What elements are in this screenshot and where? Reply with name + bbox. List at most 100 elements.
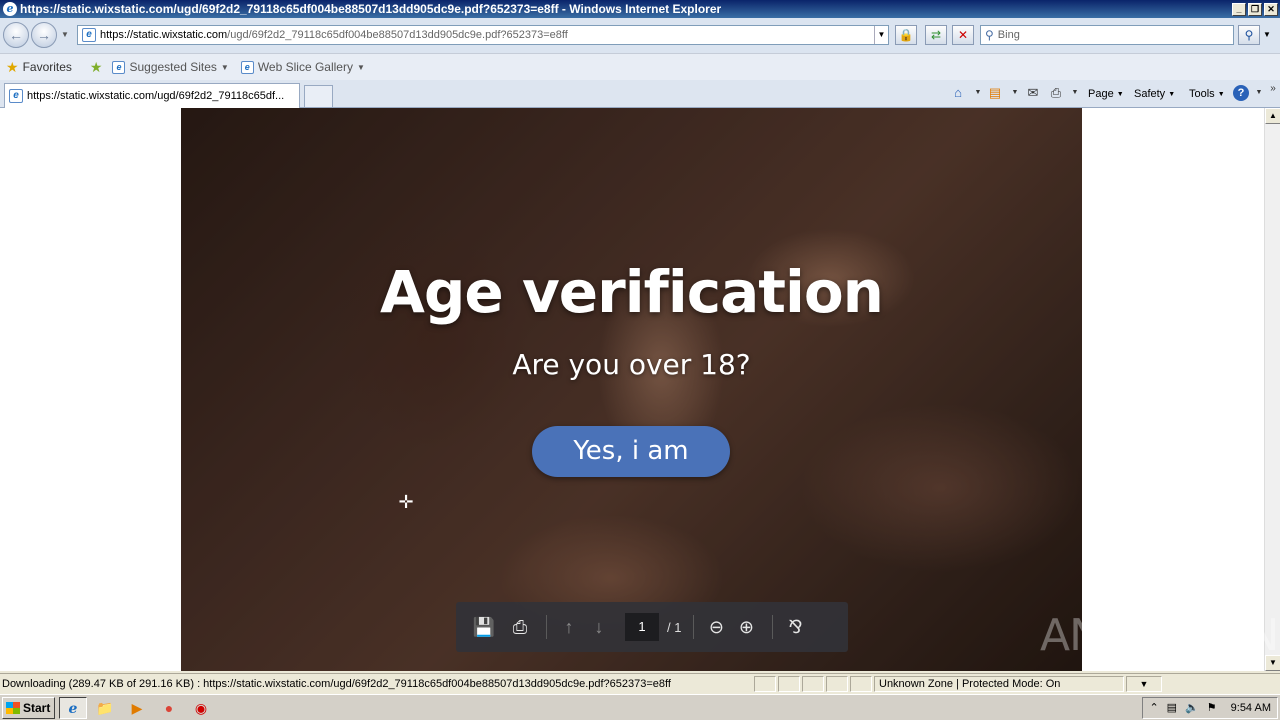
safety-menu-label: Safety [1134, 88, 1166, 100]
refresh-icon[interactable]: ⇄ [925, 25, 947, 45]
add-favorite-icon: ★ [89, 58, 103, 75]
search-input[interactable]: ⚲ Bing [980, 25, 1234, 45]
ie-taskbar-icon[interactable]: e [59, 696, 87, 719]
chevron-down-icon: ▼ [1217, 90, 1225, 98]
chevron-down-icon[interactable]: ▼ [1007, 85, 1023, 101]
scroll-up-icon[interactable]: ▲ [1265, 108, 1280, 124]
mail-icon[interactable]: ✉ [1025, 85, 1041, 101]
tab-label: https://static.wixstatic.com/ugd/69f2d2_… [27, 90, 285, 102]
age-question: Are you over 18? [512, 348, 751, 381]
maximize-button[interactable]: ❐ [1248, 2, 1262, 16]
minimize-button[interactable]: _ [1232, 2, 1246, 16]
print-icon[interactable]: ⎙ [1048, 85, 1064, 101]
address-field[interactable]: e https://static.wixstatic.com /ugd/69f2… [77, 25, 889, 45]
status-panel [802, 675, 824, 692]
page-total: / 1 [667, 619, 682, 635]
opera-icon[interactable]: ◉ [187, 697, 215, 719]
status-bar: Downloading (289.47 KB of 291.16 KB) : h… [0, 673, 1280, 693]
chevron-down-icon: ▼ [356, 62, 365, 72]
title-bar: e https://static.wixstatic.com/ugd/69f2d… [0, 0, 1280, 18]
lock-icon[interactable]: 🔒 [895, 25, 917, 45]
page-heading: Age verification [380, 258, 884, 326]
next-page-icon[interactable]: ↓ [585, 613, 613, 641]
search-placeholder: Bing [997, 29, 1020, 41]
safety-menu[interactable]: Safety ▼ [1134, 86, 1175, 102]
stop-icon[interactable]: ✕ [952, 25, 974, 45]
volume-icon[interactable]: 🔈 [1185, 701, 1199, 714]
address-dropdown-icon[interactable]: ▼ [874, 26, 888, 44]
status-panel [826, 675, 848, 692]
url-rest: /ugd/69f2d2_79118c65df004be88507d13dd905… [227, 29, 568, 41]
ie-page-icon: e [112, 60, 126, 74]
tab-row: e https://static.wixstatic.com/ugd/69f2d… [0, 80, 1280, 108]
flag-icon[interactable]: ⚑ [1207, 701, 1217, 714]
forward-button[interactable]: → [31, 22, 57, 48]
ie-page-icon: e [9, 89, 23, 103]
start-button[interactable]: Start [2, 696, 55, 719]
security-zone[interactable]: Unknown Zone | Protected Mode: On [874, 675, 1124, 692]
status-message: Downloading (289.47 KB of 291.16 KB) : h… [2, 677, 671, 690]
chevron-down-icon[interactable]: ▼ [970, 85, 986, 101]
yes-button[interactable]: Yes, i am [532, 426, 730, 477]
zoom-level-icon[interactable]: ▼ [1126, 675, 1162, 692]
favorites-label: Favorites [22, 60, 72, 74]
ie-page-icon: e [240, 60, 254, 74]
page-number-input[interactable]: 1 [625, 613, 659, 641]
tray-expand-icon[interactable]: ⌃ [1149, 701, 1158, 714]
search-icon[interactable]: ⚲ [1238, 25, 1260, 45]
cursor-move-icon: ✛ [398, 492, 414, 512]
toolbar-divider [693, 615, 695, 639]
page-menu[interactable]: Page ▼ [1088, 86, 1124, 102]
status-panel [754, 675, 776, 692]
favorites-button[interactable]: ★ Favorites [6, 59, 72, 76]
new-tab-button[interactable] [304, 85, 333, 107]
close-button[interactable]: ✕ [1264, 2, 1278, 16]
print-icon[interactable]: ⎙ [506, 613, 534, 641]
start-label: Start [23, 700, 51, 715]
web-slice-gallery-link[interactable]: e Web Slice Gallery ▼ [240, 60, 365, 74]
tab-active[interactable]: e https://static.wixstatic.com/ugd/69f2d… [4, 83, 300, 108]
clock[interactable]: 9:54 AM [1231, 702, 1271, 714]
system-tray: ⌃ ▤ 🔈 ⚑ 9:54 AM [1142, 696, 1278, 719]
tools-menu[interactable]: Tools ▼ [1189, 86, 1225, 102]
status-panel [850, 675, 872, 692]
history-dropdown-icon[interactable]: ▼ [61, 30, 69, 39]
zoom-in-icon[interactable]: ⊕ [732, 613, 760, 641]
chevron-down-icon: ▼ [1168, 90, 1176, 98]
more-chevron-icon[interactable]: » [1265, 81, 1280, 97]
back-button[interactable]: ← [3, 22, 29, 48]
feeds-icon[interactable]: ▤ [987, 85, 1003, 101]
zoom-out-icon[interactable]: ⊖ [702, 613, 730, 641]
url-base: https://static.wixstatic.com [100, 29, 228, 41]
acrobat-icon[interactable]: ⅋ [781, 613, 809, 641]
window-title: https://static.wixstatic.com/ugd/69f2d2_… [20, 2, 722, 16]
suggested-sites-link[interactable]: e Suggested Sites ▼ [112, 60, 229, 74]
address-toolbar: ← → ▼ e https://static.wixstatic.com /ug… [0, 18, 1280, 54]
pdf-page: Age verification Are you over 18? Yes, i… [181, 108, 1082, 671]
toolbar-divider [546, 615, 547, 639]
status-panel [778, 675, 800, 692]
media-player-icon[interactable]: ▶ [123, 697, 151, 719]
favorites-star-icon: ★ [6, 58, 19, 75]
ie-icon: e [3, 2, 17, 16]
folder-icon[interactable]: 📁 [91, 697, 119, 719]
chevron-down-icon: ▼ [220, 62, 229, 72]
page-favicon-icon: e [82, 28, 96, 42]
help-icon[interactable]: ? [1233, 85, 1249, 101]
content-area: Age verification Are you over 18? Yes, i… [0, 108, 1264, 671]
chrome-icon[interactable]: ● [155, 697, 183, 719]
add-to-favorites-bar-button[interactable]: ★ [90, 59, 107, 76]
favorites-bar: ★ Favorites ★ e Suggested Sites ▼ e Web … [0, 54, 1280, 80]
previous-page-icon[interactable]: ↑ [555, 613, 583, 641]
home-icon[interactable]: ⌂ [950, 85, 966, 101]
tools-menu-label: Tools [1189, 88, 1215, 100]
watermark-logo: ANY ▷ RUN [1040, 609, 1279, 661]
chevron-down-icon[interactable]: ▼ [1067, 85, 1083, 101]
taskbar: Start e 📁 ▶ ● ◉ ⌃ ▤ 🔈 ⚑ 9:54 AM [0, 694, 1280, 720]
vertical-scrollbar[interactable]: ▲ ▼ [1264, 108, 1280, 671]
page-image [181, 108, 1082, 671]
save-icon[interactable]: 💾 [470, 613, 498, 641]
network-icon[interactable]: ▤ [1167, 701, 1177, 714]
search-options-icon[interactable]: ▼ [1263, 30, 1271, 39]
pdf-toolbar: 💾 ⎙ ↑ ↓ 1 / 1 ⊖ ⊕ ⅋ [456, 602, 848, 652]
